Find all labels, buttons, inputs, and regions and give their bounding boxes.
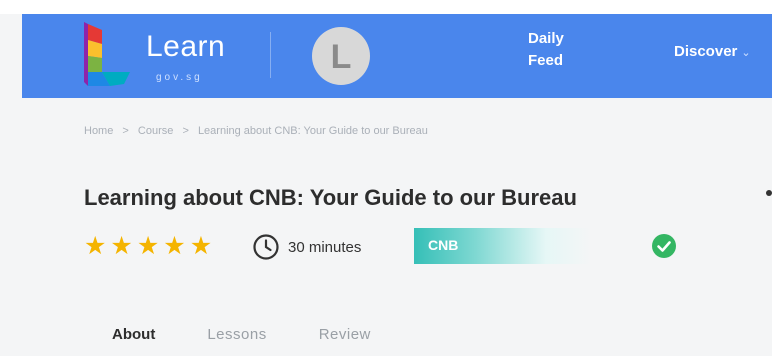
category-tag-label: CNB [428,237,459,253]
category-tag[interactable]: CNB [414,228,590,264]
course-tabs: About Lessons Review [112,326,371,343]
tab-review[interactable]: Review [319,326,371,343]
tab-about[interactable]: About [112,326,155,343]
nav-daily-feed[interactable]: Daily Feed [528,28,588,72]
learn-logo-icon[interactable] [84,22,134,88]
star-icon: ★ [110,232,133,260]
nav-discover-label: Discover [674,43,738,60]
breadcrumb: Home > Course > Learning about CNB: Your… [84,125,428,137]
nav-divider [270,32,271,78]
clock-icon [253,234,279,260]
menu-dot-icon[interactable] [766,190,772,196]
nav-daily-feed-line2: Feed [528,52,564,69]
star-icon: ★ [84,232,107,260]
breadcrumb-course[interactable]: Course [138,125,173,137]
chevron-down-icon: ⌄ [741,47,751,59]
logo-subtext: gov.sg [156,72,203,83]
duration-text: 30 minutes [288,238,362,256]
tab-lessons[interactable]: Lessons [207,326,266,343]
avatar-letter-icon: L [331,38,352,75]
check-circle-icon [652,234,676,258]
breadcrumb-current: Learning about CNB: Your Guide to our Bu… [197,125,428,137]
avatar[interactable]: L [312,27,370,85]
nav-daily-feed-line1: Daily [528,30,564,47]
window-top-edge [0,0,772,14]
star-icon: ★ [189,232,213,260]
breadcrumb-separator: > [182,125,189,137]
top-navbar: Learn gov.sg L Daily Feed Discover ⌄ [22,14,772,98]
star-icon: ★ [136,232,160,260]
nav-discover-menu[interactable]: Discover ⌄ [674,43,751,60]
page-title: Learning about CNB: Your Guide to our Bu… [84,185,577,210]
breadcrumb-home[interactable]: Home [84,125,113,137]
logo-text: Learn [146,30,226,63]
star-rating: ★ ★ ★ ★ ★ [84,232,212,260]
star-icon: ★ [163,232,186,260]
breadcrumb-separator: > [122,125,129,137]
avatar-letter: L [331,38,352,75]
course-duration: 30 minutes [252,233,361,261]
